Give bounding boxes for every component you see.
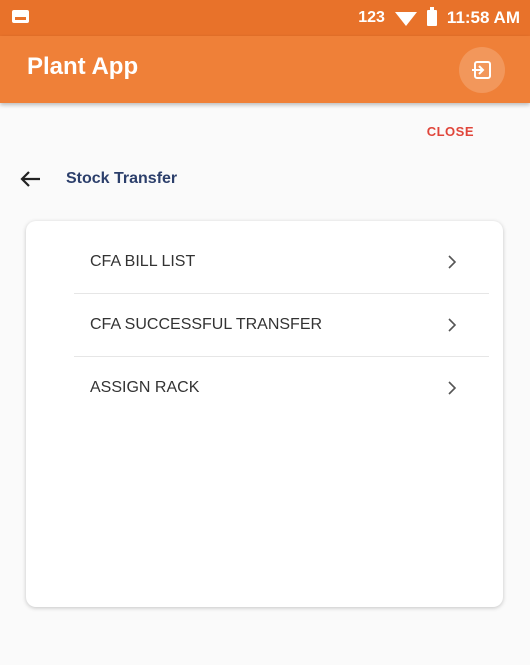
exit-button[interactable] (459, 47, 505, 93)
gallery-notification-icon (12, 10, 29, 23)
wifi-icon (394, 12, 417, 26)
page-header: Stock Transfer (18, 166, 177, 192)
status-bar: 123 11:58 AM (0, 0, 530, 36)
battery-icon (426, 7, 437, 26)
page-title: Stock Transfer (66, 170, 178, 187)
status-bar-right: 123 11:58 AM (358, 0, 520, 36)
close-button[interactable]: CLOSE (427, 124, 474, 139)
app-title: Plant App (27, 53, 139, 80)
app-bar: Plant App (0, 36, 530, 103)
menu-item-label: CFA BILL LIST (90, 253, 196, 270)
clock: 11:58 AM (446, 8, 520, 27)
menu-item-label: ASSIGN RACK (90, 379, 200, 396)
chevron-right-icon (448, 318, 457, 332)
arrow-left-icon[interactable] (18, 166, 44, 192)
exit-icon (472, 61, 491, 79)
keyboard-indicator: 123 (358, 9, 385, 26)
menu-item-label: CFA SUCCESSFUL TRANSFER (90, 316, 323, 333)
menu-item-cfa-successful-transfer[interactable]: CFA SUCCESSFUL TRANSFER (74, 294, 489, 356)
menu-card: CFA BILL LIST CFA SUCCESSFUL TRANSFER AS… (26, 221, 503, 607)
chevron-right-icon (448, 381, 457, 395)
menu-item-assign-rack[interactable]: ASSIGN RACK (74, 357, 489, 419)
chevron-right-icon (448, 255, 457, 269)
menu-item-cfa-bill-list[interactable]: CFA BILL LIST (74, 231, 489, 293)
